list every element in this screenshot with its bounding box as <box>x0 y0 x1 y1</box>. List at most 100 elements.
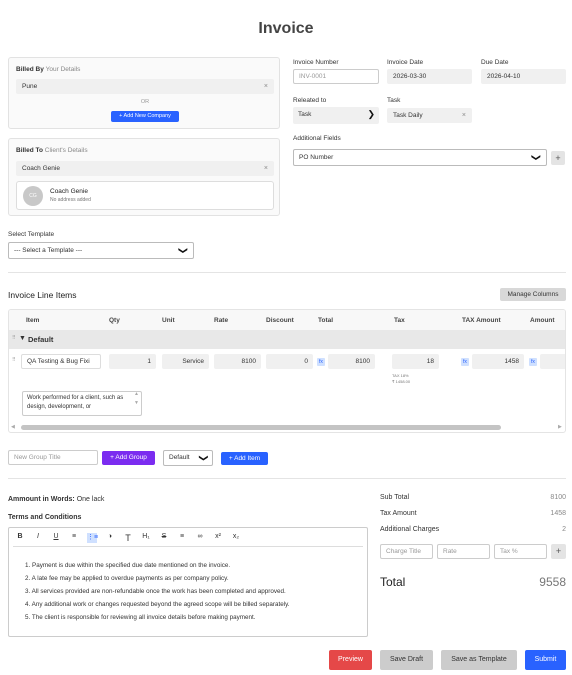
billed-by-select[interactable]: Pune × <box>16 79 274 94</box>
line-items-table: Item Qty Unit Rate Discount Total Tax TA… <box>8 309 566 433</box>
scroll-right-icon[interactable]: ▶ <box>558 424 562 430</box>
charge-title-input[interactable]: Charge Title <box>380 544 433 559</box>
due-date-input[interactable]: 2026-04-10 <box>481 69 566 84</box>
total-input[interactable]: 8100 <box>328 354 375 369</box>
submit-button[interactable]: Submit <box>525 650 566 670</box>
scroll-up-icon[interactable]: ▲ <box>134 391 139 397</box>
align-icon[interactable]: ≡ <box>177 533 187 543</box>
template-select[interactable]: --- Select a Template --- ❯ <box>8 242 194 259</box>
drag-handle-icon[interactable]: ⠿ <box>12 357 16 363</box>
or-divider: OR <box>140 99 150 105</box>
col-unit: Unit <box>162 317 175 324</box>
unit-input[interactable]: Service <box>162 354 209 369</box>
invoice-date-input[interactable]: 2026-03-30 <box>387 69 472 84</box>
term-item: 1. Payment is due within the specified d… <box>25 562 231 569</box>
drag-handle-icon[interactable]: ⠿ <box>12 335 16 341</box>
invoice-date-label: Invoice Date <box>387 59 424 66</box>
col-total: Total <box>318 317 334 324</box>
col-discount: Discount <box>266 317 294 324</box>
strikethrough-icon[interactable]: S <box>159 533 169 543</box>
group-select-value: Default <box>169 454 190 461</box>
formula-icon[interactable]: fx <box>529 358 537 366</box>
tax-note-rate: TAX 18% <box>392 373 409 378</box>
col-amount: Amount <box>530 317 555 324</box>
tax-amount-input[interactable]: 1458 <box>472 354 524 369</box>
charge-rate-input[interactable]: Rate <box>437 544 490 559</box>
chevron-down-icon: ❯ <box>531 153 542 162</box>
terms-editor[interactable]: B I U ≡ ⋮≡ ◑ T H₁ S ≡ ∞ x² x₂ 1. Payment… <box>8 527 368 637</box>
due-date-label: Due Date <box>481 59 509 66</box>
table-header: Item Qty Unit Rate Discount Total Tax TA… <box>9 310 565 330</box>
additional-fields-select[interactable]: PO Number ❯ <box>293 149 547 166</box>
chevron-down-icon: ❯ <box>199 454 210 462</box>
billed-by-value: Pune <box>22 83 38 90</box>
col-item: Item <box>26 317 40 324</box>
amount-input[interactable] <box>540 354 565 369</box>
group-select[interactable]: Default ❯ <box>163 450 213 466</box>
template-label: Select Template <box>8 231 55 238</box>
link-icon[interactable]: ∞ <box>195 533 205 543</box>
additional-charges-value: 2 <box>562 526 566 533</box>
client-name: Coach Genie <box>50 188 88 195</box>
save-template-button[interactable]: Save as Template <box>441 650 517 670</box>
billed-to-sub: Client's Details <box>44 147 88 154</box>
add-company-button[interactable]: + Add New Company <box>111 111 179 122</box>
task-select[interactable]: Task Daily × <box>387 108 472 123</box>
item-name-input[interactable]: QA Testing & Bug Fixi <box>21 354 101 369</box>
billed-to-select[interactable]: Coach Genie × <box>16 161 274 176</box>
words-label: Ammount in Words: <box>8 496 75 503</box>
term-item: 3. All services provided are non-refunda… <box>25 588 286 595</box>
group-row[interactable]: ⠿ ▼ Default <box>9 330 565 349</box>
add-group-button[interactable]: + Add Group <box>102 451 155 465</box>
text-size-icon[interactable]: T <box>123 533 133 543</box>
related-to-select[interactable]: Task ❯ <box>293 107 379 124</box>
total-value: 9558 <box>539 575 566 589</box>
task-value: Task Daily <box>393 112 423 119</box>
col-qty: Qty <box>109 317 120 324</box>
preview-button[interactable]: Preview <box>329 650 372 670</box>
line-items-title: Invoice Line Items <box>8 290 77 300</box>
qty-input[interactable]: 1 <box>109 354 156 369</box>
bold-icon[interactable]: B <box>15 533 25 543</box>
chevron-down-icon: ❯ <box>367 109 375 119</box>
italic-icon[interactable]: I <box>33 533 43 543</box>
clear-icon[interactable]: × <box>462 108 466 123</box>
add-item-button[interactable]: + Add Item <box>221 452 268 465</box>
rate-input[interactable]: 8100 <box>214 354 261 369</box>
color-icon[interactable]: ◑ <box>105 533 115 543</box>
new-group-input[interactable]: New Group Title <box>8 450 98 465</box>
billed-by-card: Billed By Your Details Pune × OR + Add N… <box>8 57 280 129</box>
clear-icon[interactable]: × <box>264 161 268 176</box>
formula-icon[interactable]: fx <box>461 358 469 366</box>
divider <box>8 478 566 479</box>
client-card[interactable]: CG Coach Genie No address added <box>16 181 274 210</box>
ordered-list-icon[interactable]: ⋮≡ <box>87 533 98 543</box>
horizontal-scrollbar[interactable] <box>21 425 501 430</box>
underline-icon[interactable]: U <box>51 533 61 543</box>
scroll-down-icon[interactable]: ▼ <box>134 400 139 406</box>
heading-icon[interactable]: H₁ <box>141 533 151 543</box>
discount-input[interactable]: 0 <box>266 354 313 369</box>
invoice-number-input[interactable]: INV-0001 <box>293 69 379 84</box>
manage-columns-button[interactable]: Manage Columns <box>500 288 566 301</box>
invoice-number-label: Invoice Number <box>293 59 339 66</box>
clear-icon[interactable]: × <box>264 79 268 94</box>
item-description-textarea[interactable]: Work performed for a client, such as des… <box>22 391 142 416</box>
subscript-icon[interactable]: x₂ <box>231 533 241 543</box>
superscript-icon[interactable]: x² <box>213 533 223 543</box>
save-draft-button[interactable]: Save Draft <box>380 650 433 670</box>
formula-icon[interactable]: fx <box>317 358 325 366</box>
divider <box>8 272 566 273</box>
page-title: Invoice <box>258 20 314 37</box>
tax-input[interactable]: 18 <box>392 354 439 369</box>
additional-charges-label: Additional Charges <box>380 526 440 533</box>
add-field-button[interactable]: + <box>551 151 565 165</box>
list-icon[interactable]: ≡ <box>69 533 79 543</box>
add-charge-button[interactable]: + <box>551 544 566 559</box>
tax-amount-label: Tax Amount <box>380 510 417 517</box>
term-item: 5. The client is responsible for reviewi… <box>25 614 256 621</box>
charge-tax-input[interactable]: Tax % <box>494 544 547 559</box>
collapse-icon[interactable]: ▼ <box>19 335 26 342</box>
col-rate: Rate <box>214 317 229 324</box>
scroll-left-icon[interactable]: ◀ <box>11 424 15 430</box>
